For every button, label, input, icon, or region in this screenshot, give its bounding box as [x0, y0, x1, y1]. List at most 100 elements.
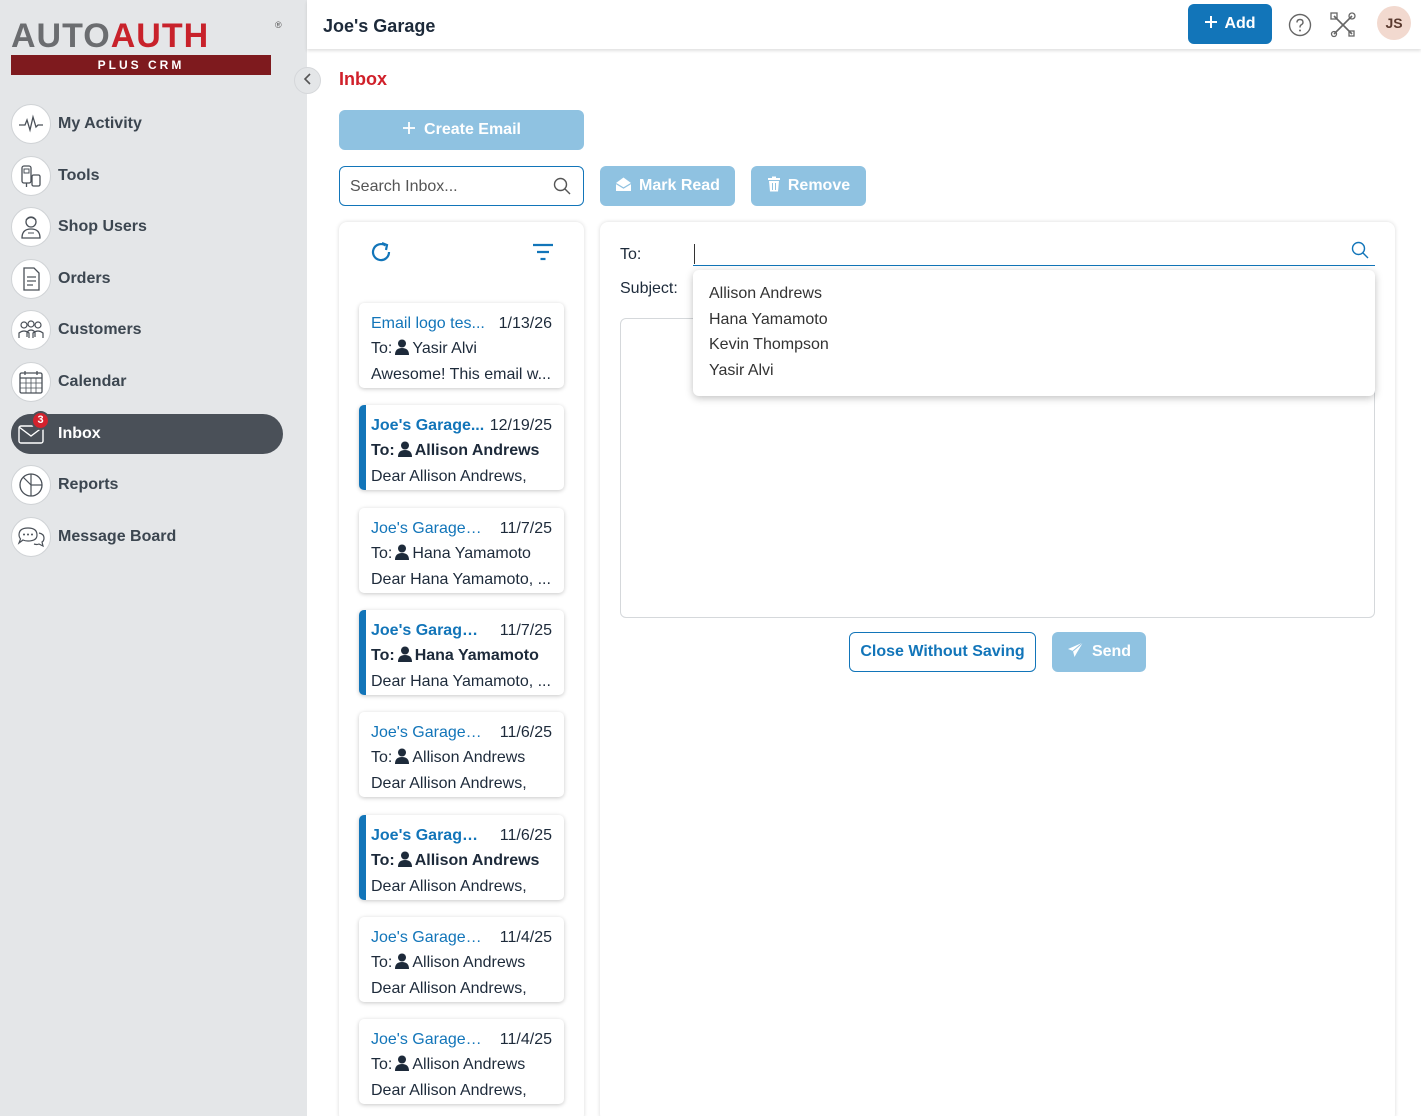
email-subject: Joe's Garage -... — [371, 928, 486, 946]
sidebar-item-label: My Activity — [58, 115, 142, 132]
email-date: 12/19/25 — [489, 416, 552, 434]
recipient-suggestions-dropdown: Allison Andrews Hana Yamamoto Kevin Thom… — [693, 270, 1375, 396]
calendar-icon — [11, 361, 51, 402]
recipient-option[interactable]: Hana Yamamoto — [693, 307, 1375, 333]
email-list-toolbar — [339, 238, 584, 268]
person-icon — [397, 646, 412, 667]
person-icon — [395, 748, 410, 769]
sidebar-item-inbox[interactable]: 3 Inbox — [11, 410, 283, 454]
create-email-button[interactable]: Create Email — [339, 110, 584, 150]
email-list-item[interactable]: Joe's Garage ... 11/7/25 To: Hana Yamamoto… — [359, 610, 564, 695]
activity-icon — [11, 104, 51, 144]
sidebar-item-reports[interactable]: Reports — [11, 465, 283, 506]
email-preview: Dear Allison Andrews, Y... — [371, 878, 527, 895]
email-date: 11/4/25 — [499, 928, 552, 946]
sidebar-item-tools[interactable]: Tools — [11, 155, 283, 196]
person-icon — [395, 544, 410, 565]
to-recipient-input[interactable] — [693, 241, 1375, 266]
help-icon[interactable] — [1287, 12, 1313, 38]
search-icon[interactable] — [1351, 241, 1369, 264]
add-button[interactable]: Add — [1188, 4, 1272, 44]
email-date: 11/7/25 — [499, 621, 552, 639]
sidebar-item-calendar[interactable]: Calendar — [11, 361, 283, 402]
logo-wordmark: AUTOAUTH — [11, 17, 210, 55]
email-list-item[interactable]: Joe's Garage -... 11/4/25 To: Allison Andr… — [359, 1019, 564, 1104]
refresh-icon[interactable] — [369, 240, 393, 269]
email-list-item[interactable]: Joe's Garage -... 11/4/25 To: Allison Andr… — [359, 917, 564, 1002]
search-input[interactable] — [350, 176, 545, 198]
email-preview: Dear Allison Andrews, Y... — [371, 468, 527, 485]
send-button[interactable]: Send — [1052, 632, 1146, 672]
recipient-option[interactable]: Kevin Thompson — [693, 332, 1375, 358]
email-date: 11/6/25 — [499, 723, 552, 741]
sidebar-nav: My Activity Tools Shop Users Orders Cust… — [11, 104, 283, 568]
email-list-item[interactable]: Email logo tes... 1/13/26 To: Yasir Alvi A… — [359, 303, 564, 388]
email-preview: Awesome! This email w... — [371, 366, 551, 383]
subject-label: Subject: — [620, 280, 678, 297]
filter-icon[interactable] — [532, 242, 554, 267]
email-date: 1/13/26 — [498, 314, 552, 332]
logo-subtitle: PLUS CRM — [11, 55, 271, 75]
remove-button[interactable]: Remove — [751, 166, 866, 206]
collapse-sidebar-button[interactable] — [294, 67, 321, 94]
sidebar-item-label: Tools — [58, 166, 100, 184]
close-without-saving-button[interactable]: Close Without Saving — [849, 632, 1036, 672]
email-subject: Email logo tes... — [371, 314, 485, 332]
email-subject: Joe's Garage -... — [371, 723, 486, 741]
person-icon — [397, 851, 412, 872]
tools-icon — [11, 155, 51, 196]
sidebar-item-label: Inbox — [58, 424, 101, 442]
plus-icon — [1204, 15, 1218, 34]
email-recipient: To: Allison Andrews — [371, 441, 539, 462]
email-preview: Dear Hana Yamamoto, ... — [371, 571, 551, 588]
email-recipient: To: Hana Yamamoto — [371, 544, 531, 565]
trash-icon — [767, 176, 781, 197]
email-list-item[interactable]: Joe's Garage -... 11/7/25 To: Hana Yamamot… — [359, 508, 564, 593]
sidebar-item-customers[interactable]: Customers — [11, 310, 283, 351]
user-avatar[interactable]: JS — [1377, 6, 1411, 40]
sidebar-item-label: Customers — [58, 321, 142, 339]
recipient-option[interactable]: Allison Andrews — [693, 281, 1375, 307]
reports-icon — [11, 465, 51, 506]
logo-registered-mark: ® — [275, 20, 282, 30]
person-icon — [395, 339, 410, 360]
shop-users-icon — [11, 207, 51, 248]
email-list-item[interactable]: Joe's Garage... 12/19/25 To: Allison Andre… — [359, 405, 564, 490]
sidebar: AUTOAUTH ® PLUS CRM My Activity Tools Sh… — [0, 0, 307, 1116]
sidebar-item-message-board[interactable]: Message Board — [11, 516, 283, 557]
orders-icon — [11, 258, 51, 299]
inbox-unread-badge: 3 — [31, 410, 50, 430]
email-recipient: To: Yasir Alvi — [371, 339, 477, 360]
email-subject: Joe's Garage ... — [371, 621, 486, 639]
email-preview: Dear Allison Andrews, Y... — [371, 775, 527, 792]
sidebar-item-orders[interactable]: Orders — [11, 258, 283, 299]
sidebar-item-shop-users[interactable]: Shop Users — [11, 207, 283, 248]
search-icon[interactable] — [553, 177, 571, 200]
email-date: 11/6/25 — [499, 826, 552, 844]
email-subject: Joe's Garage -... — [371, 519, 486, 537]
email-preview: Dear Allison Andrews, Y... — [371, 980, 527, 997]
email-recipient: To: Hana Yamamoto — [371, 646, 539, 667]
autoauth-logo[interactable]: AUTOAUTH ® PLUS CRM — [11, 18, 283, 76]
email-list-item[interactable]: Joe's Garage ... 11/6/25 To: Allison Andre… — [359, 815, 564, 900]
sidebar-item-label: Orders — [58, 269, 111, 287]
remove-label: Remove — [787, 177, 851, 194]
mark-read-button[interactable]: Mark Read — [600, 166, 735, 206]
email-date: 11/7/25 — [499, 519, 552, 537]
sidebar-item-my-activity[interactable]: My Activity — [11, 104, 283, 144]
email-list-item[interactable]: Joe's Garage -... 11/6/25 To: Allison Andr… — [359, 712, 564, 797]
add-button-label: Add — [1224, 15, 1256, 32]
customers-icon — [11, 310, 51, 351]
page-title: Inbox — [339, 69, 387, 89]
shop-name: Joe's Garage — [323, 16, 436, 36]
email-preview: Dear Hana Yamamoto, ... — [371, 673, 551, 690]
to-label: To: — [620, 246, 642, 263]
mark-read-label: Mark Read — [639, 177, 720, 194]
inbox-search — [339, 166, 584, 206]
settings-tools-icon[interactable] — [1330, 12, 1356, 38]
sidebar-item-label: Message Board — [58, 527, 177, 545]
recipient-option[interactable]: Yasir Alvi — [693, 358, 1375, 384]
email-preview: Dear Allison Andrews, Y... — [371, 1082, 527, 1099]
email-subject: Joe's Garage ... — [371, 826, 486, 844]
email-recipient: To: Allison Andrews — [371, 851, 539, 872]
